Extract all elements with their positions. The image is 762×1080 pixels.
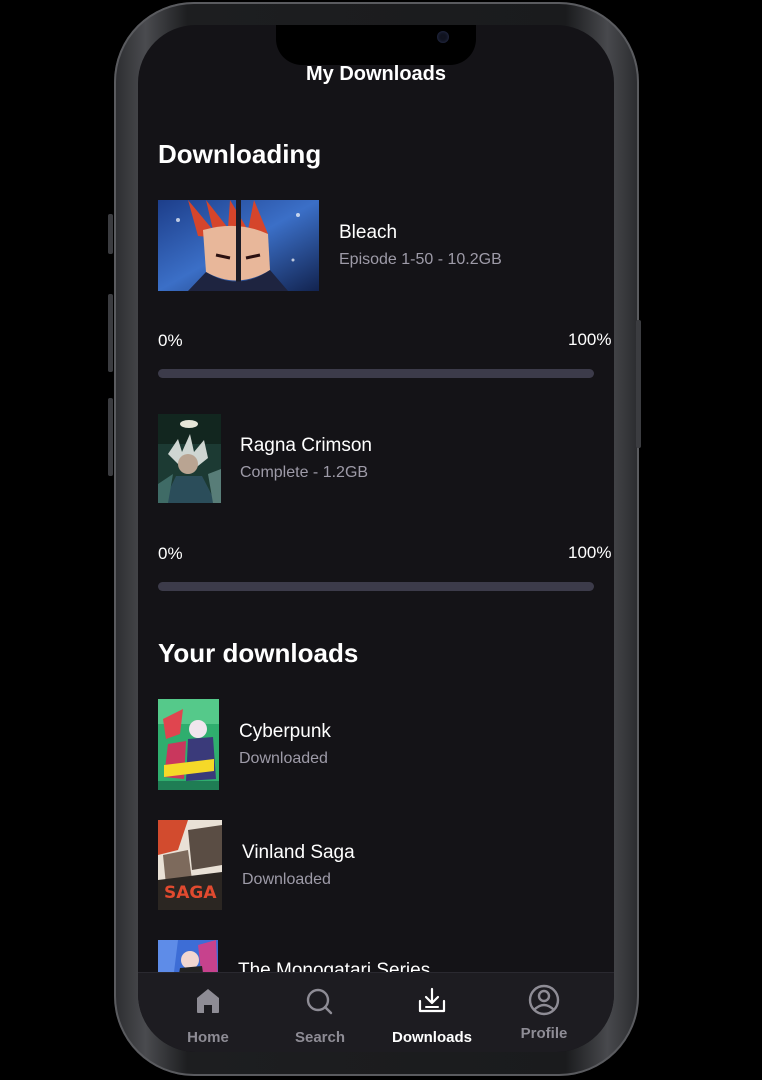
tab-downloads[interactable]: Downloads [377, 973, 487, 1052]
mute-switch [108, 214, 113, 254]
vinland-saga-thumbnail: SAGA [158, 820, 222, 910]
profile-icon [489, 983, 599, 1016]
bleach-thumbnail [158, 200, 319, 291]
tab-profile-label: Profile [520, 1025, 568, 1042]
ragna-crimson-progress-end-label: 100% [568, 543, 612, 562]
vinland-saga-status: Downloaded [242, 871, 331, 888]
svg-text:SAGA: SAGA [164, 883, 217, 903]
ragna-crimson-title: Ragna Crimson [240, 435, 372, 456]
home-icon [153, 985, 263, 1017]
bottom-tab-bar: Home Search Downloads Profile [138, 972, 614, 1052]
tab-profile[interactable]: Profile [489, 973, 599, 1052]
ragna-crimson-progress-bar [158, 582, 594, 591]
tab-search-label: Search [294, 1029, 346, 1046]
tab-downloads-label: Downloads [391, 1029, 472, 1046]
notch [276, 25, 476, 65]
page-title: My Downloads [305, 63, 446, 85]
cyberpunk-status: Downloaded [239, 750, 328, 767]
ragna-crimson-progress-start-label: 0% [158, 544, 183, 563]
tab-home-label: Home [187, 1029, 229, 1046]
bleach-subtitle: Episode 1-50 - 10.2GB [339, 251, 502, 268]
search-icon [265, 985, 375, 1017]
bleach-title: Bleach [339, 222, 398, 243]
power-button [636, 320, 641, 448]
tab-home[interactable]: Home [153, 973, 263, 1052]
download-icon [377, 985, 487, 1017]
volume-down-button [108, 398, 113, 476]
cyberpunk-thumbnail [158, 699, 219, 790]
volume-up-button [108, 294, 113, 372]
bleach-progress-end-label: 100% [568, 330, 612, 349]
bleach-progress-start-label: 0% [158, 331, 183, 350]
vinland-saga-title: Vinland Saga [242, 842, 355, 863]
your-downloads-section-title: Your downloads [158, 638, 359, 668]
bleach-progress-bar [158, 369, 594, 378]
ragna-crimson-thumbnail [158, 414, 221, 503]
app-screen: My Downloads Downloading Bleach Episode … [138, 25, 614, 1052]
downloading-section-title: Downloading [158, 139, 322, 169]
ragna-crimson-subtitle: Complete - 1.2GB [240, 464, 369, 481]
cyberpunk-title: Cyberpunk [239, 721, 331, 742]
front-camera [437, 31, 449, 43]
tab-search[interactable]: Search [265, 973, 375, 1052]
